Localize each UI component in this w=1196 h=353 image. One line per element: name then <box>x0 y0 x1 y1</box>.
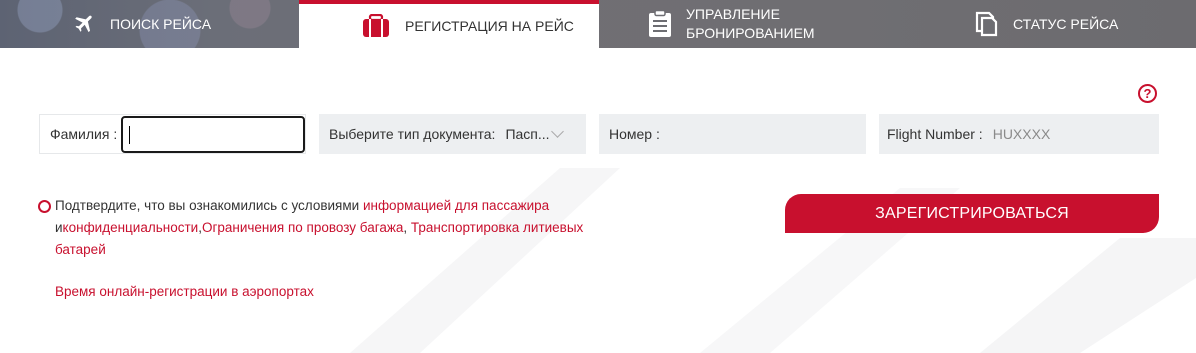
flight-number-placeholder: HUXXXX <box>992 126 1051 142</box>
surname-label: Фамилия : <box>50 126 118 142</box>
help-icon[interactable]: ? <box>1138 84 1157 103</box>
consent-block: Подтвердите, что вы ознакомились с услов… <box>38 195 598 261</box>
tab-manage-booking[interactable]: УПРАВЛЕНИЕ БРОНИРОВАНИЕМ <box>648 0 815 48</box>
suitcase-icon <box>361 14 391 38</box>
documents-icon <box>975 11 999 37</box>
consent-text: Подтвердите, что вы ознакомились с услов… <box>55 198 363 213</box>
surname-field: Фамилия : <box>39 114 306 154</box>
tab-manage-booking-label-line2: БРОНИРОВАНИЕМ <box>686 25 815 41</box>
tab-online-checkin[interactable]: РЕГИСТРАЦИЯ НА РЕЙС <box>299 0 599 48</box>
tab-manage-booking-label: УПРАВЛЕНИЕ БРОНИРОВАНИЕМ <box>686 5 815 43</box>
document-type-value: Пасп... <box>505 126 550 142</box>
surname-input[interactable] <box>121 116 305 153</box>
document-number-field[interactable]: Номер : <box>599 114 866 154</box>
airport-online-checkin-times-link[interactable]: Время онлайн-регистрации в аэропортах <box>55 284 314 299</box>
tab-flight-search-label: ПОИСК РЕЙСА <box>110 16 212 32</box>
tab-flight-status[interactable]: СТАТУС РЕЙСА <box>975 0 1118 48</box>
check-in-submit-button[interactable]: ЗАРЕГИСТРИРОВАТЬСЯ <box>785 194 1159 233</box>
consent-radio[interactable] <box>38 200 51 213</box>
clipboard-icon <box>648 10 672 38</box>
tab-online-checkin-label: РЕГИСТРАЦИЯ НА РЕЙС <box>405 18 574 34</box>
chevron-down-icon <box>551 124 565 138</box>
baggage-restrictions-link[interactable]: Ограничения по провозу багажа <box>202 220 403 235</box>
tab-flight-status-label: СТАТУС РЕЙСА <box>1013 16 1119 32</box>
airplane-icon <box>72 12 96 36</box>
flight-number-field[interactable]: Flight Number : HUXXXX <box>879 114 1159 154</box>
tab-manage-booking-label-line1: УПРАВЛЕНИЕ <box>686 6 780 22</box>
consent-connector: и <box>55 220 63 235</box>
document-number-label: Номер : <box>609 126 660 142</box>
document-type-select[interactable]: Выберите тип документа: Пасп... <box>319 114 586 154</box>
document-type-label: Выберите тип документа: <box>329 126 496 142</box>
tab-bar: ПОИСК РЕЙСА РЕГИСТРАЦИЯ НА РЕЙС УПРАВЛЕН… <box>0 0 1196 48</box>
tab-flight-search[interactable]: ПОИСК РЕЙСА <box>72 0 211 48</box>
text-cursor <box>129 126 130 144</box>
privacy-link[interactable]: конфиденциальности <box>63 220 199 235</box>
flight-number-label: Flight Number : <box>887 126 983 142</box>
passenger-info-link[interactable]: информацией для пассажира <box>363 198 549 213</box>
